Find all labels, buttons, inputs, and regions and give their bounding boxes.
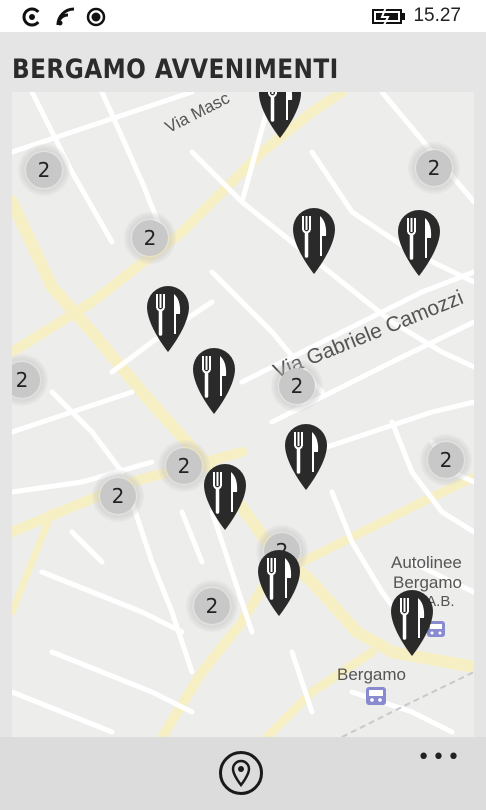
restaurant-icon[interactable] xyxy=(191,346,237,416)
event-cluster[interactable]: 2 xyxy=(271,360,323,412)
restaurant-icon[interactable] xyxy=(283,422,329,492)
map-view[interactable]: Via Masc Via Gabriele Camozzi Autolinee … xyxy=(12,92,474,737)
restaurant-icon[interactable] xyxy=(202,462,248,532)
event-cluster[interactable]: 2 xyxy=(186,580,238,632)
event-cluster[interactable]: 2 xyxy=(420,434,472,486)
cluster-count: 2 xyxy=(416,150,452,186)
clock-time: 15.27 xyxy=(413,5,461,26)
gps-icon xyxy=(86,7,106,27)
bus-station-icon xyxy=(366,687,386,705)
event-cluster[interactable]: 2 xyxy=(92,470,144,522)
more-options-button[interactable]: ••• xyxy=(417,745,462,770)
event-cluster[interactable]: 2 xyxy=(408,142,460,194)
restaurant-icon[interactable] xyxy=(396,208,442,278)
restaurant-icon[interactable] xyxy=(256,548,302,618)
battery-icon xyxy=(372,7,405,25)
event-cluster[interactable]: 2 xyxy=(18,144,70,196)
cluster-count: 2 xyxy=(428,442,464,478)
cluster-count: 2 xyxy=(132,220,168,256)
cluster-count: 2 xyxy=(166,448,202,484)
status-bar: 15.27 xyxy=(0,0,486,32)
restaurant-icon[interactable] xyxy=(291,206,337,276)
wifi-icon xyxy=(56,7,75,26)
restaurant-icon[interactable] xyxy=(257,92,303,140)
page-title: BERGAMO AVVENIMENTI xyxy=(12,54,339,85)
restaurant-icon[interactable] xyxy=(145,284,191,354)
cluster-count: 2 xyxy=(26,152,62,188)
my-location-button[interactable] xyxy=(219,751,263,795)
cluster-count: 2 xyxy=(100,478,136,514)
restaurant-icon[interactable] xyxy=(389,588,435,658)
app-bar: ••• xyxy=(0,737,486,810)
cluster-count: 2 xyxy=(194,588,230,624)
location-pin-icon xyxy=(231,759,251,788)
event-cluster[interactable]: 2 xyxy=(12,354,48,406)
signal-icon xyxy=(22,7,42,27)
cluster-count: 2 xyxy=(279,368,315,404)
station-label-bergamo: Bergamo xyxy=(337,665,406,684)
poi-label-autolinee: Autolinee xyxy=(391,553,462,572)
event-cluster[interactable]: 2 xyxy=(124,212,176,264)
